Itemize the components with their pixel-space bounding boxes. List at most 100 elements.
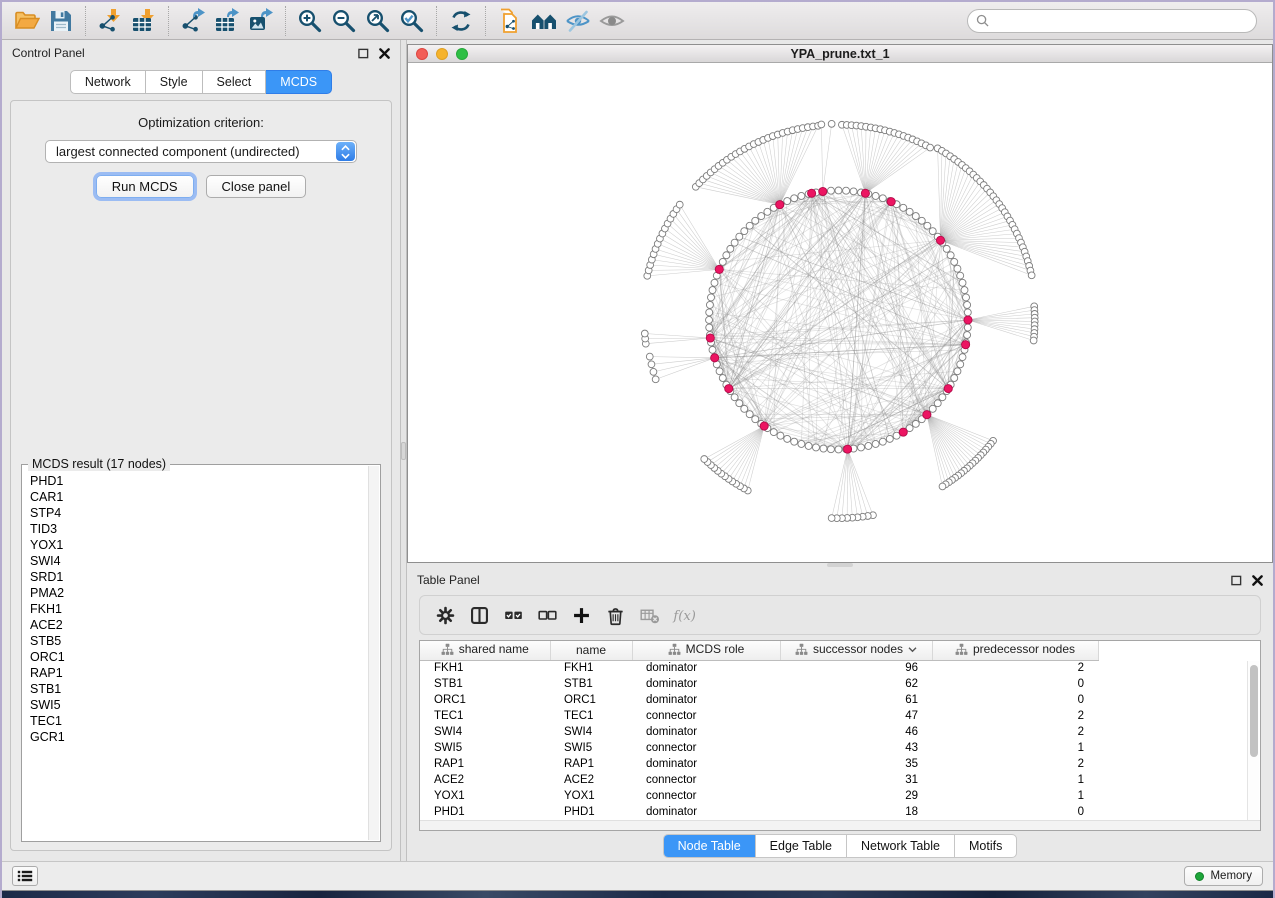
cell-successor-nodes[interactable]: 35 [780, 756, 932, 772]
cell-name[interactable]: SWI5 [550, 740, 632, 756]
column-header-name[interactable]: name [550, 641, 632, 660]
cell-shared-name[interactable]: SWI5 [420, 740, 550, 756]
cell-name[interactable]: PHD1 [550, 804, 632, 820]
cell-name[interactable]: STB1 [550, 676, 632, 692]
cell-MCDS-role[interactable]: dominator [632, 692, 780, 708]
cell-successor-nodes[interactable]: 43 [780, 740, 932, 756]
task-history-button[interactable] [12, 866, 38, 886]
column-header-MCDS-role[interactable]: MCDS role [632, 641, 780, 660]
import-network-icon[interactable] [93, 6, 127, 36]
table-row[interactable]: RAP1RAP1dominator352 [420, 756, 1260, 772]
cell-predecessor-nodes[interactable]: 2 [932, 660, 1098, 676]
cell-name[interactable]: SWI4 [550, 724, 632, 740]
delete-column-icon[interactable] [600, 601, 630, 629]
cell-predecessor-nodes[interactable]: 2 [932, 708, 1098, 724]
table-row[interactable]: SWI5SWI5connector431 [420, 740, 1260, 756]
cell-shared-name[interactable]: ORC1 [420, 692, 550, 708]
optimization-criterion-select[interactable]: largest connected component (undirected) [45, 140, 357, 163]
table-row[interactable]: PHD1PHD1dominator180 [420, 804, 1260, 820]
mcds-result-item[interactable]: SWI5 [30, 697, 361, 713]
import-table-icon[interactable] [127, 6, 161, 36]
cell-name[interactable]: ACE2 [550, 772, 632, 788]
new-network-from-selection-icon[interactable] [493, 6, 527, 36]
mcds-result-item[interactable]: ORC1 [30, 649, 361, 665]
table-vertical-scrollbar[interactable] [1247, 661, 1259, 820]
panel-splitter[interactable] [400, 40, 407, 861]
table-row[interactable]: SWI4SWI4dominator462 [420, 724, 1260, 740]
mcds-result-item[interactable]: SWI4 [30, 553, 361, 569]
mcds-result-item[interactable]: PHD1 [30, 473, 361, 489]
cell-MCDS-role[interactable]: dominator [632, 756, 780, 772]
cell-predecessor-nodes[interactable]: 1 [932, 772, 1098, 788]
close-table-panel-icon[interactable] [1252, 575, 1263, 586]
cell-MCDS-role[interactable]: connector [632, 788, 780, 804]
mcds-result-item[interactable]: CAR1 [30, 489, 361, 505]
table-scrollbar-thumb[interactable] [1250, 665, 1258, 757]
network-canvas[interactable] [408, 63, 1272, 562]
tab-edge-table[interactable]: Edge Table [755, 835, 846, 857]
export-table-icon[interactable] [210, 6, 244, 36]
table-row[interactable]: FKH1FKH1dominator962 [420, 660, 1260, 676]
window-maximize-icon[interactable] [456, 48, 468, 60]
cell-successor-nodes[interactable]: 31 [780, 772, 932, 788]
save-session-icon[interactable] [44, 6, 78, 36]
cell-successor-nodes[interactable]: 96 [780, 660, 932, 676]
cell-MCDS-role[interactable]: dominator [632, 724, 780, 740]
cell-predecessor-nodes[interactable]: 1 [932, 788, 1098, 804]
cell-predecessor-nodes[interactable]: 0 [932, 692, 1098, 708]
cell-MCDS-role[interactable]: connector [632, 708, 780, 724]
close-panel-button[interactable]: Close panel [206, 175, 307, 198]
cell-shared-name[interactable]: FKH1 [420, 660, 550, 676]
float-table-panel-icon[interactable] [1231, 575, 1242, 586]
cell-name[interactable]: YOX1 [550, 788, 632, 804]
horizontal-splitter-grip[interactable] [827, 563, 853, 567]
zoom-fit-icon[interactable] [361, 6, 395, 36]
select-all-rows-icon[interactable] [498, 601, 528, 629]
zoom-selected-icon[interactable] [395, 6, 429, 36]
mcds-result-list[interactable]: PHD1CAR1STP4TID3YOX1SWI4SRD1PMA2FKH1ACE2… [22, 465, 367, 841]
search-input[interactable] [994, 14, 1248, 28]
cell-successor-nodes[interactable]: 62 [780, 676, 932, 692]
hide-selected-icon[interactable] [561, 6, 595, 36]
network-graph[interactable] [408, 63, 1272, 562]
open-file-icon[interactable] [10, 6, 44, 36]
mcds-result-item[interactable]: TID3 [30, 521, 361, 537]
tab-network-table[interactable]: Network Table [846, 835, 954, 857]
window-minimize-icon[interactable] [436, 48, 448, 60]
table-row[interactable]: STB1STB1dominator620 [420, 676, 1260, 692]
show-columns-icon[interactable] [464, 601, 494, 629]
cell-shared-name[interactable]: STB1 [420, 676, 550, 692]
add-column-icon[interactable] [566, 601, 596, 629]
mcds-result-item[interactable]: ACE2 [30, 617, 361, 633]
apply-layout-icon[interactable] [444, 6, 478, 36]
cell-name[interactable]: ORC1 [550, 692, 632, 708]
node-table[interactable]: shared namenameMCDS rolesuccessor nodesp… [420, 641, 1260, 820]
float-panel-icon[interactable] [358, 48, 369, 59]
window-close-icon[interactable] [416, 48, 428, 60]
cell-MCDS-role[interactable]: dominator [632, 660, 780, 676]
cell-successor-nodes[interactable]: 29 [780, 788, 932, 804]
column-header-shared-name[interactable]: shared name [420, 641, 550, 660]
cell-shared-name[interactable]: SWI4 [420, 724, 550, 740]
column-header-successor-nodes[interactable]: successor nodes [780, 641, 932, 660]
cell-name[interactable]: RAP1 [550, 756, 632, 772]
cell-predecessor-nodes[interactable]: 0 [932, 804, 1098, 820]
cell-predecessor-nodes[interactable]: 2 [932, 756, 1098, 772]
mcds-result-item[interactable]: SRD1 [30, 569, 361, 585]
cell-MCDS-role[interactable]: dominator [632, 676, 780, 692]
mcds-list-scrollbar[interactable] [368, 466, 379, 840]
cell-predecessor-nodes[interactable]: 2 [932, 724, 1098, 740]
tab-mcds[interactable]: MCDS [266, 70, 332, 94]
table-row[interactable]: TEC1TEC1connector472 [420, 708, 1260, 724]
tab-node-table[interactable]: Node Table [664, 835, 755, 857]
mcds-result-item[interactable]: RAP1 [30, 665, 361, 681]
cell-shared-name[interactable]: TEC1 [420, 708, 550, 724]
memory-button[interactable]: Memory [1184, 866, 1263, 886]
show-all-icon[interactable] [595, 6, 629, 36]
horizontal-splitter[interactable] [407, 563, 1273, 567]
cell-shared-name[interactable]: ACE2 [420, 772, 550, 788]
first-neighbors-icon[interactable] [527, 6, 561, 36]
table-horizontal-scrollbar[interactable] [420, 820, 1260, 830]
tab-motifs[interactable]: Motifs [954, 835, 1016, 857]
mcds-result-item[interactable]: TEC1 [30, 713, 361, 729]
